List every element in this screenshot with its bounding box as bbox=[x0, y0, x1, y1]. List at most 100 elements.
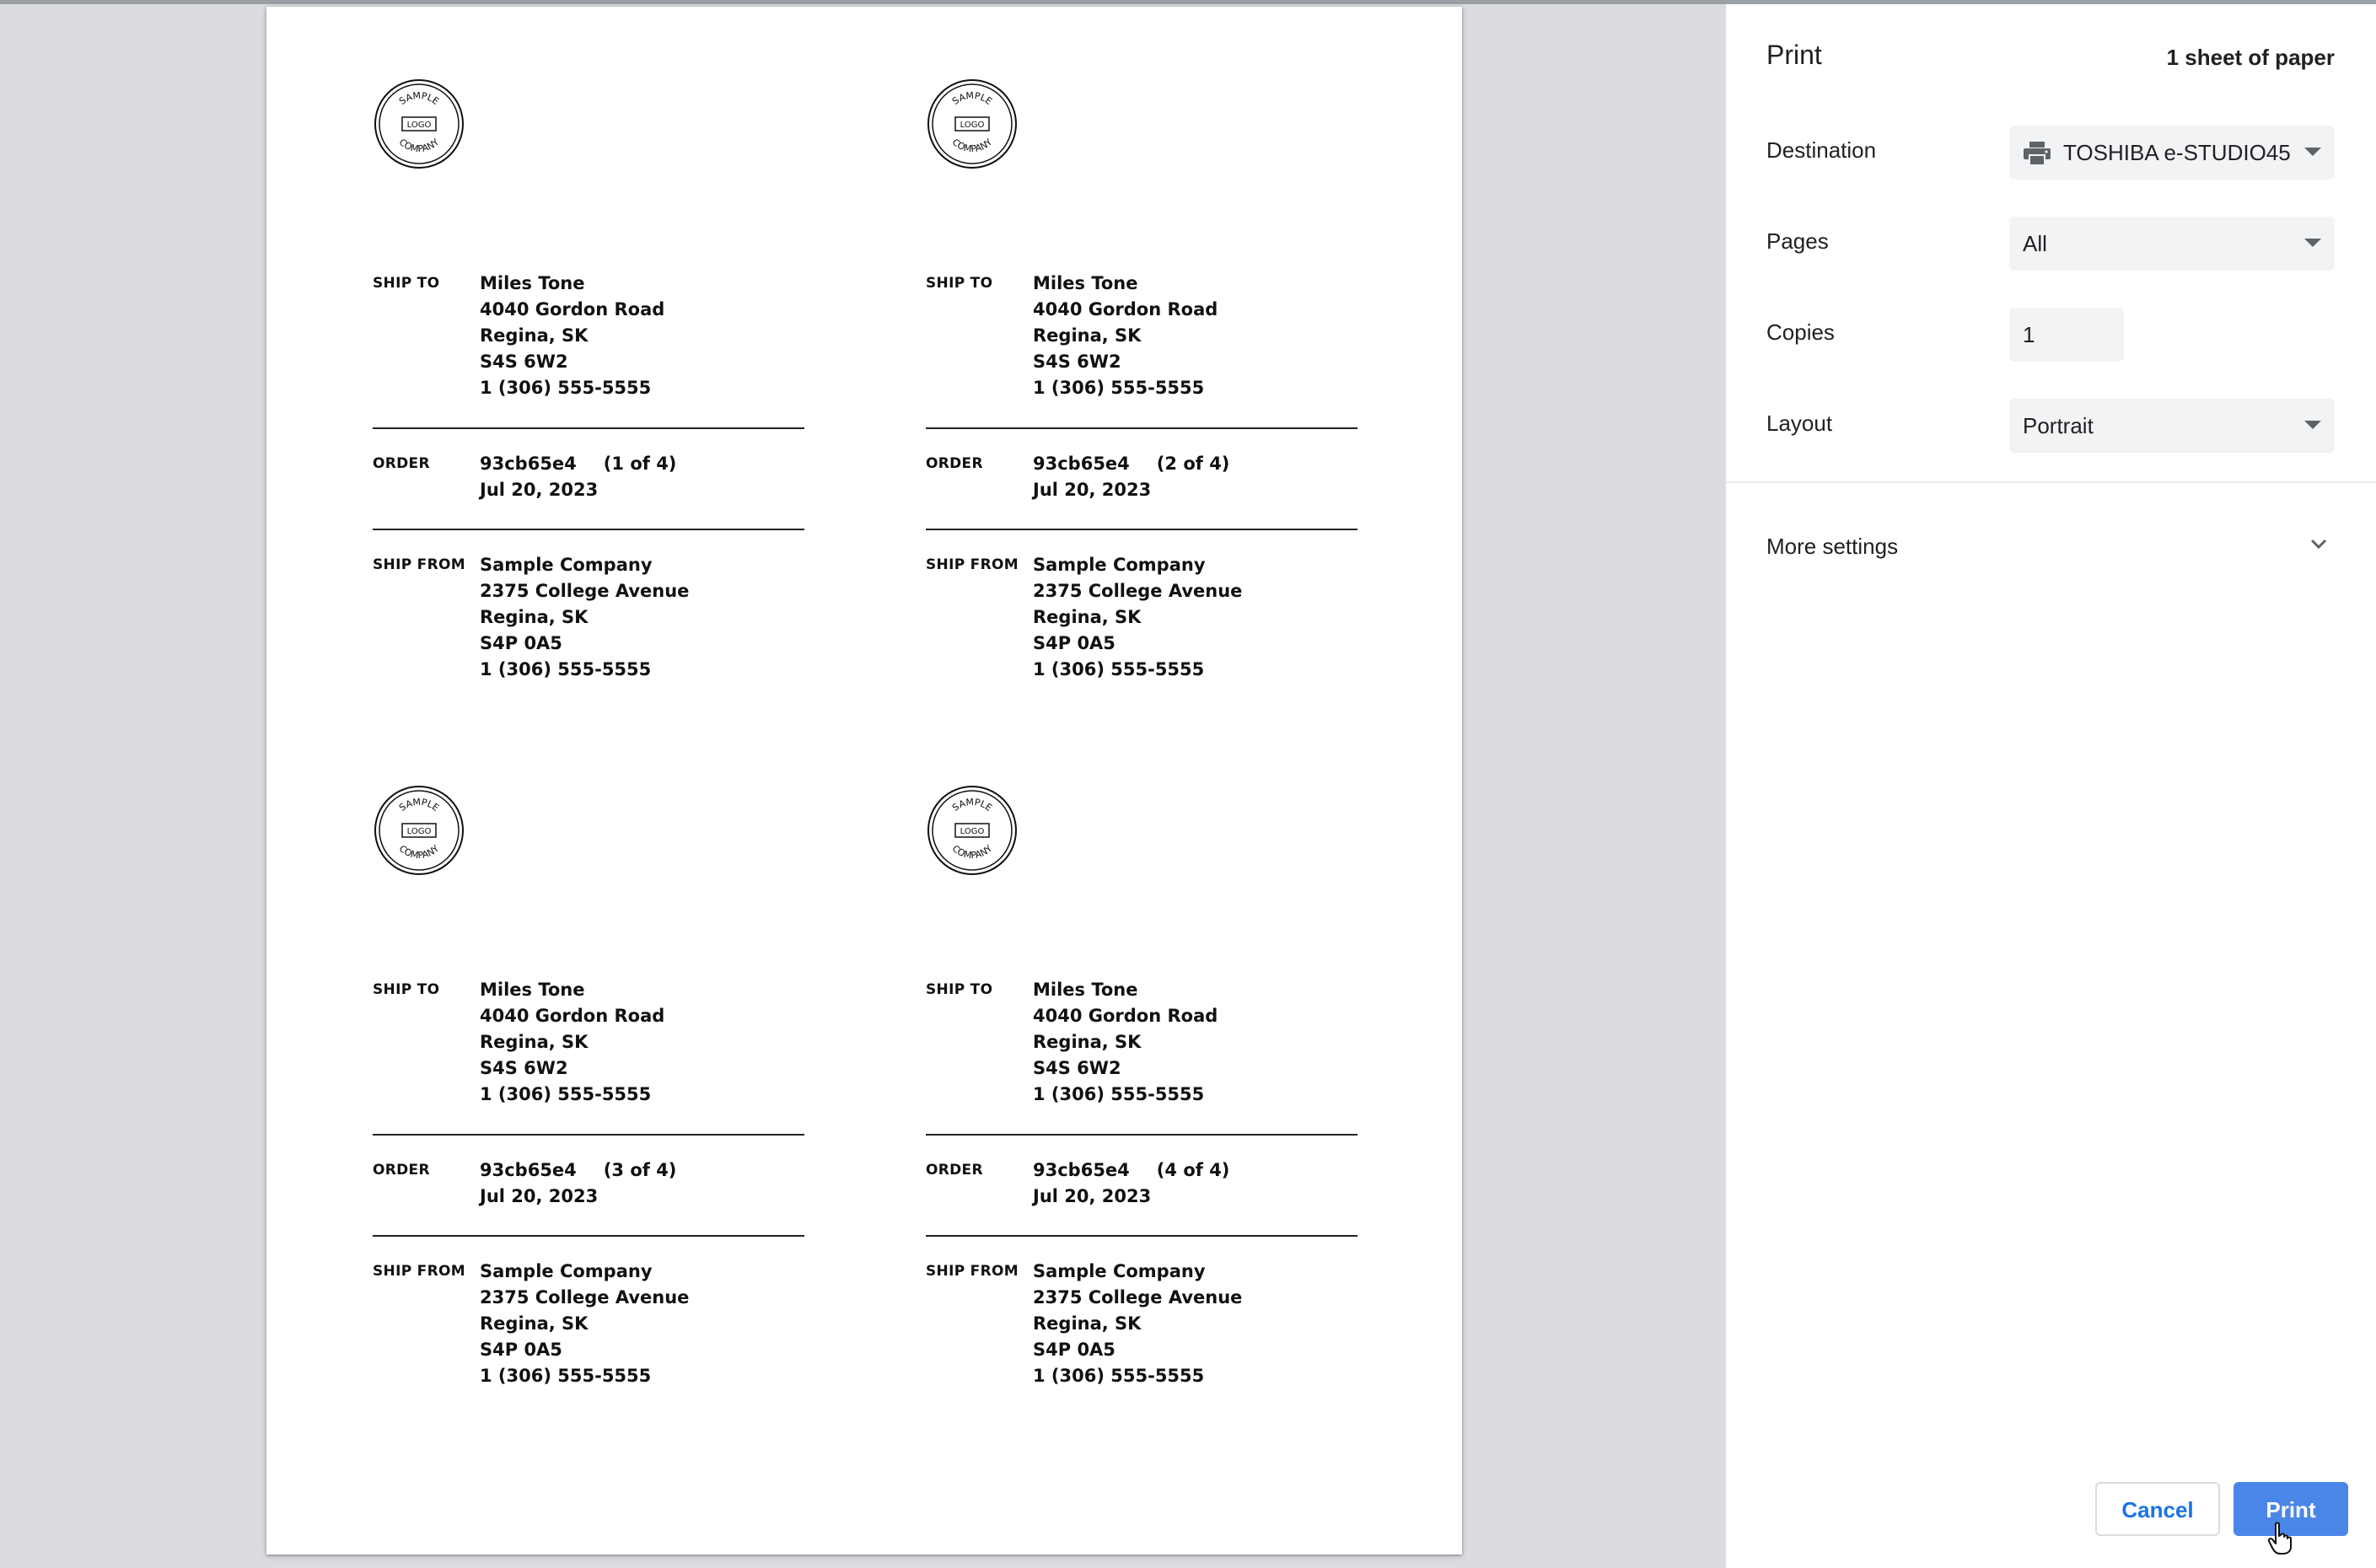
ship-to-heading: SHIP TO bbox=[373, 275, 440, 292]
shipping-label: SAMPLE COMPANY LOGO SHIP TO Miles Tone 4… bbox=[373, 713, 804, 1386]
order-heading: ORDER bbox=[373, 1162, 430, 1179]
svg-text:COMPANY: COMPANY bbox=[950, 137, 995, 154]
divider bbox=[373, 1134, 804, 1136]
order-details: 93cb65e4 (4 of 4) Jul 20, 2023 bbox=[1033, 1157, 1229, 1210]
svg-text:COMPANY: COMPANY bbox=[950, 843, 995, 861]
copies-label: Copies bbox=[1766, 320, 1835, 345]
divider bbox=[373, 529, 804, 530]
svg-text:COMPANY: COMPANY bbox=[397, 843, 442, 861]
shipping-label: SAMPLE COMPANY LOGO SHIP TO Miles Tone 4… bbox=[373, 7, 804, 679]
svg-text:SAMPLE: SAMPLE bbox=[950, 797, 994, 814]
order-details: 93cb65e4 (1 of 4) Jul 20, 2023 bbox=[480, 451, 676, 503]
svg-text:COMPANY: COMPANY bbox=[397, 137, 442, 154]
address-line: S4P 0A5 bbox=[480, 633, 562, 653]
more-settings-toggle[interactable]: More settings bbox=[1726, 515, 2376, 574]
ship-to-address: Miles Tone 4040 Gordon Road Regina, SK S… bbox=[480, 271, 664, 401]
svg-text:LOGO: LOGO bbox=[407, 121, 432, 130]
order-heading: ORDER bbox=[926, 1162, 983, 1179]
address-line: 2375 College Avenue bbox=[480, 1287, 690, 1308]
divider bbox=[373, 427, 804, 429]
order-heading: ORDER bbox=[373, 455, 430, 472]
svg-text:SAMPLE: SAMPLE bbox=[397, 90, 441, 107]
svg-text:LOGO: LOGO bbox=[407, 827, 432, 836]
address-line: 2375 College Avenue bbox=[1033, 1287, 1243, 1308]
dropdown-arrow-icon bbox=[2304, 239, 2321, 247]
order-details: 93cb65e4 (2 of 4) Jul 20, 2023 bbox=[1033, 451, 1229, 503]
svg-text:SAMPLE: SAMPLE bbox=[950, 90, 994, 107]
address-line: Miles Tone bbox=[480, 980, 585, 1000]
dropdown-arrow-icon bbox=[2304, 148, 2321, 156]
order-id: 93cb65e4 bbox=[1033, 1160, 1130, 1180]
address-line: 1 (306) 555-5555 bbox=[480, 659, 652, 679]
copies-input[interactable] bbox=[2009, 308, 2124, 362]
address-line: S4P 0A5 bbox=[1033, 633, 1115, 653]
address-line: Regina, SK bbox=[480, 1313, 589, 1334]
svg-text:LOGO: LOGO bbox=[960, 827, 985, 836]
ship-from-heading: SHIP FROM bbox=[926, 1263, 1019, 1280]
address-line: Regina, SK bbox=[480, 325, 589, 346]
order-details: 93cb65e4 (3 of 4) Jul 20, 2023 bbox=[480, 1157, 676, 1210]
address-line: Sample Company bbox=[480, 1261, 653, 1281]
address-line: 4040 Gordon Road bbox=[480, 299, 665, 320]
section-divider bbox=[1726, 481, 2376, 483]
order-id: 93cb65e4 bbox=[480, 1160, 577, 1180]
address-line: 4040 Gordon Road bbox=[1033, 1006, 1218, 1026]
address-line: 1 (306) 555-5555 bbox=[1033, 1366, 1205, 1386]
ship-from-address: Sample Company 2375 College Avenue Regin… bbox=[1033, 1259, 1242, 1389]
company-logo-seal: SAMPLE COMPANY LOGO bbox=[374, 79, 464, 169]
print-preview-area[interactable]: SAMPLE COMPANY LOGO SHIP TO Miles Tone 4… bbox=[0, 4, 1725, 1568]
more-settings-label: More settings bbox=[1766, 534, 1899, 559]
address-line: S4S 6W2 bbox=[480, 352, 568, 372]
order-index: (1 of 4) bbox=[603, 454, 677, 474]
preview-page: SAMPLE COMPANY LOGO SHIP TO Miles Tone 4… bbox=[266, 7, 1462, 1555]
destination-label: Destination bbox=[1766, 137, 1877, 163]
address-line: 4040 Gordon Road bbox=[480, 1006, 665, 1026]
address-line: 1 (306) 555-5555 bbox=[480, 378, 652, 398]
address-line: 2375 College Avenue bbox=[1033, 581, 1243, 601]
address-line: Regina, SK bbox=[1033, 607, 1142, 627]
divider bbox=[373, 1235, 804, 1237]
address-line: 1 (306) 555-5555 bbox=[1033, 378, 1205, 398]
company-logo: SAMPLE COMPANY LOGO bbox=[373, 784, 465, 877]
ship-from-heading: SHIP FROM bbox=[373, 1263, 465, 1280]
address-line: S4S 6W2 bbox=[480, 1058, 568, 1078]
address-line: Regina, SK bbox=[1033, 325, 1142, 346]
hand-cursor-icon bbox=[2267, 1522, 2292, 1555]
print-settings-panel: Print 1 sheet of paper Destination TOSHI… bbox=[1725, 4, 2376, 1568]
pages-label: Pages bbox=[1766, 228, 1829, 254]
svg-text:SAMPLE: SAMPLE bbox=[397, 797, 441, 814]
address-line: S4S 6W2 bbox=[1033, 1058, 1121, 1078]
address-line: Miles Tone bbox=[1033, 980, 1138, 1000]
cancel-button[interactable]: Cancel bbox=[2095, 1482, 2220, 1536]
printer-icon bbox=[2024, 142, 2051, 166]
address-line: 1 (306) 555-5555 bbox=[1033, 1084, 1205, 1104]
svg-text:LOGO: LOGO bbox=[960, 121, 985, 130]
divider bbox=[926, 529, 1357, 530]
company-logo-seal: SAMPLE COMPANY LOGO bbox=[927, 79, 1017, 169]
company-logo-seal: SAMPLE COMPANY LOGO bbox=[927, 786, 1017, 875]
address-line: S4P 0A5 bbox=[1033, 1340, 1115, 1360]
ship-to-heading: SHIP TO bbox=[926, 275, 993, 292]
address-line: Sample Company bbox=[1033, 1261, 1206, 1281]
company-logo: SAMPLE COMPANY LOGO bbox=[926, 784, 1019, 877]
address-line: Miles Tone bbox=[480, 273, 585, 293]
address-line: 1 (306) 555-5555 bbox=[480, 1084, 652, 1104]
order-date: Jul 20, 2023 bbox=[480, 1186, 599, 1206]
address-line: 4040 Gordon Road bbox=[1033, 299, 1218, 320]
address-line: 1 (306) 555-5555 bbox=[1033, 659, 1205, 679]
pages-select[interactable]: All bbox=[2009, 217, 2335, 271]
order-index: (4 of 4) bbox=[1156, 1160, 1230, 1180]
address-line: Regina, SK bbox=[1033, 1032, 1142, 1052]
destination-value: TOSHIBA e-STUDIO45 bbox=[2063, 140, 2291, 165]
layout-select[interactable]: Portrait bbox=[2009, 399, 2335, 453]
dropdown-arrow-icon bbox=[2304, 421, 2321, 429]
shipping-label: SAMPLE COMPANY LOGO SHIP TO Miles Tone 4… bbox=[926, 7, 1357, 679]
order-id: 93cb65e4 bbox=[1033, 454, 1130, 474]
divider bbox=[926, 427, 1357, 429]
address-line: 1 (306) 555-5555 bbox=[480, 1366, 652, 1386]
destination-select[interactable]: TOSHIBA e-STUDIO45 bbox=[2009, 126, 2335, 180]
ship-from-address: Sample Company 2375 College Avenue Regin… bbox=[480, 552, 689, 683]
ship-from-address: Sample Company 2375 College Avenue Regin… bbox=[1033, 552, 1242, 683]
divider bbox=[926, 1134, 1357, 1136]
ship-to-address: Miles Tone 4040 Gordon Road Regina, SK S… bbox=[1033, 977, 1218, 1108]
